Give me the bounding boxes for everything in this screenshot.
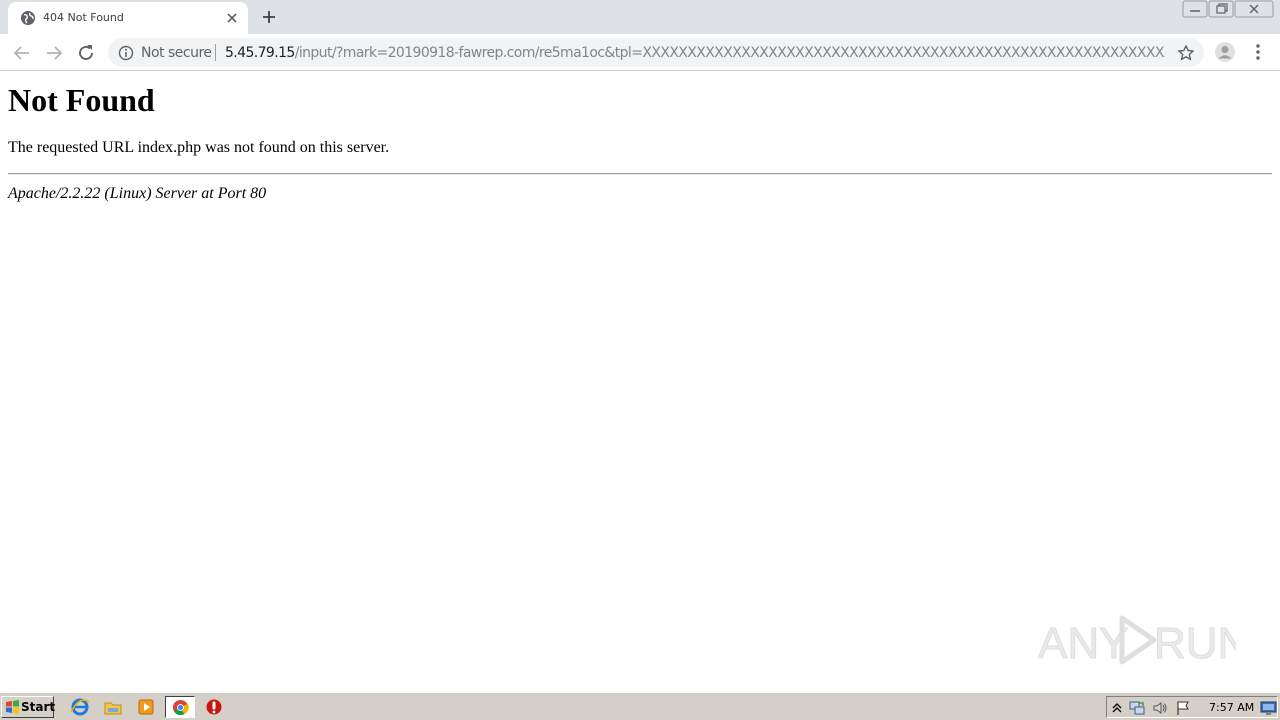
start-button[interactable]: Start xyxy=(1,696,56,718)
forward-arrow-icon[interactable] xyxy=(42,41,66,65)
server-signature: Apache/2.2.22 (Linux) Server at Port 80 xyxy=(8,185,267,202)
internet-explorer-icon[interactable] xyxy=(69,697,91,717)
tab-title: 404 Not Found xyxy=(43,11,124,24)
chrome-taskbar-button[interactable] xyxy=(165,696,195,718)
kebab-menu-icon[interactable] xyxy=(1250,41,1266,63)
omnibox-divider xyxy=(215,44,216,61)
file-explorer-icon[interactable] xyxy=(102,697,124,717)
watermark-text-left: ANY xyxy=(1038,619,1128,668)
close-tab-icon[interactable] xyxy=(224,10,240,26)
minimize-window-icon[interactable] xyxy=(1182,0,1208,18)
new-tab-icon[interactable] xyxy=(259,7,279,27)
error-message: The requested URL index.php was not foun… xyxy=(8,139,390,156)
bookmark-star-icon[interactable] xyxy=(1177,44,1195,62)
browser-toolbar: Not secure 5.45.79.15/input/?mark=201909… xyxy=(0,34,1280,71)
anyrun-watermark-logo: ANY RUN xyxy=(1038,615,1236,669)
page-content: Not Found The requested URL index.php wa… xyxy=(0,72,1280,692)
globe-icon xyxy=(21,11,35,25)
system-tray: 7:57 AM xyxy=(1106,696,1278,718)
url-text[interactable]: 5.45.79.15/input/?mark=20190918-fawrep.c… xyxy=(225,45,1165,61)
info-icon[interactable] xyxy=(118,45,134,61)
url-path: /input/?mark=20190918-fawrep.com/re5ma1o… xyxy=(294,45,1165,61)
watermark-text-right: RUN xyxy=(1154,619,1236,668)
address-bar[interactable]: Not secure 5.45.79.15/input/?mark=201909… xyxy=(108,38,1204,67)
profile-avatar-icon[interactable] xyxy=(1214,41,1236,63)
reload-icon[interactable] xyxy=(74,41,98,65)
security-label[interactable]: Not secure xyxy=(141,45,212,61)
divider xyxy=(8,173,1272,175)
restore-window-icon[interactable] xyxy=(1208,0,1234,18)
volume-icon[interactable] xyxy=(1152,700,1168,716)
action-center-flag-icon[interactable] xyxy=(1175,700,1191,716)
start-label: Start xyxy=(21,700,56,714)
windows-logo-icon xyxy=(6,700,19,714)
close-window-icon[interactable] xyxy=(1234,0,1274,18)
back-arrow-icon[interactable] xyxy=(10,41,34,65)
windows-taskbar: Start 7:57 AM xyxy=(0,692,1280,720)
url-host: 5.45.79.15 xyxy=(225,45,295,61)
stop-sign-icon[interactable] xyxy=(203,697,225,717)
chrome-icon xyxy=(172,699,189,716)
taskbar-clock[interactable]: 7:57 AM xyxy=(1209,701,1254,714)
tab-strip: 404 Not Found xyxy=(0,0,1280,34)
browser-tab[interactable]: 404 Not Found xyxy=(8,2,248,34)
media-player-icon[interactable] xyxy=(135,697,157,717)
page-title: Not Found xyxy=(8,82,155,118)
show-desktop-icon[interactable] xyxy=(1260,699,1277,716)
network-icon[interactable] xyxy=(1129,700,1145,716)
show-hidden-icons-icon[interactable] xyxy=(1109,700,1125,716)
